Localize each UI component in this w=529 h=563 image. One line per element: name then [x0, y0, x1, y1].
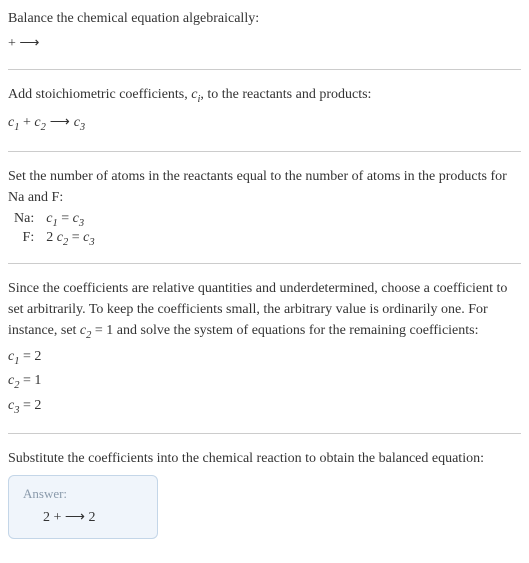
- solve-text: Since the coefficients are relative quan…: [8, 278, 521, 344]
- equals: =: [68, 230, 83, 245]
- answer-box: Answer: 2 + ⟶ 2: [8, 475, 158, 539]
- coef-eq-3: c3 = 2: [8, 395, 521, 420]
- section-stoichiometric: Add stoichiometric coefficients, ci, to …: [8, 84, 521, 136]
- atom-equations-table: Na: c1 = c3 F: 2 c2 = c3: [8, 210, 101, 250]
- section-solve: Since the coefficients are relative quan…: [8, 278, 521, 419]
- stoich-post: , to the reactants and products:: [200, 87, 371, 102]
- eq-plus: +: [19, 115, 34, 130]
- intro-text: Balance the chemical equation algebraica…: [8, 8, 521, 29]
- arrow-icon: ⟶: [65, 508, 85, 524]
- divider: [8, 69, 521, 70]
- stoich-text: Add stoichiometric coefficients, ci, to …: [8, 84, 521, 108]
- c3-sub: 3: [80, 122, 85, 133]
- table-row: Na: c1 = c3: [8, 210, 101, 230]
- reactants-placeholder: +: [8, 36, 19, 51]
- substitute-text: Substitute the coefficients into the che…: [8, 448, 521, 469]
- answer-label: Answer:: [23, 486, 143, 502]
- solve-post: = 1 and solve the system of equations fo…: [91, 323, 478, 338]
- stoich-equation: c1 + c2 ⟶ c3: [8, 110, 521, 137]
- divider: [8, 263, 521, 264]
- coef-eq-2: c2 = 1: [8, 370, 521, 395]
- c3-sub: 3: [89, 237, 94, 248]
- answer-post: 2: [85, 510, 96, 525]
- atom-eq-na: c1 = c3: [40, 210, 100, 230]
- c-val: = 1: [19, 373, 41, 388]
- divider: [8, 151, 521, 152]
- divider: [8, 433, 521, 434]
- section-atoms: Set the number of atoms in the reactants…: [8, 166, 521, 250]
- equals: =: [58, 211, 73, 226]
- atom-label-na: Na:: [8, 210, 40, 230]
- c3-sub: 3: [79, 217, 84, 228]
- c-val: = 2: [19, 349, 41, 364]
- atom-label-f: F:: [8, 229, 40, 249]
- c-val: = 2: [19, 398, 41, 413]
- section-answer: Substitute the coefficients into the che…: [8, 448, 521, 539]
- coef-2: 2: [46, 230, 57, 245]
- intro-equation: + ⟶: [8, 31, 521, 55]
- coef-eq-1: c1 = 2: [8, 346, 521, 371]
- answer-equation: 2 + ⟶ 2: [23, 508, 143, 526]
- stoich-pre: Add stoichiometric coefficients,: [8, 87, 191, 102]
- arrow-icon: ⟶: [46, 113, 74, 129]
- section-balance-intro: Balance the chemical equation algebraica…: [8, 8, 521, 55]
- arrow-icon: ⟶: [19, 34, 39, 50]
- table-row: F: 2 c2 = c3: [8, 229, 101, 249]
- answer-pre: 2 +: [43, 510, 65, 525]
- atom-eq-f: 2 c2 = c3: [40, 229, 100, 249]
- atoms-text: Set the number of atoms in the reactants…: [8, 166, 521, 208]
